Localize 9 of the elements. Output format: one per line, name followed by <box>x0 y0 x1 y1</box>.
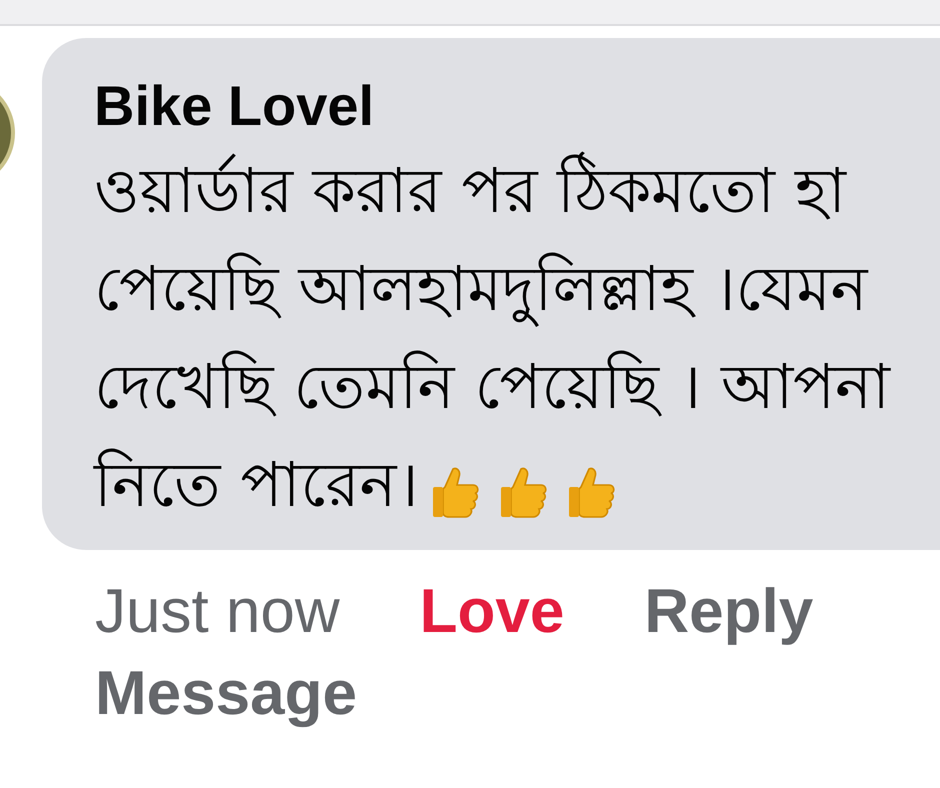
comment-text: দেখেছি তেমনি পেয়েছি । আপনা <box>94 349 890 425</box>
comment-text: ওয়ার্ডার করার পর ঠিকমতো হা <box>94 144 846 242</box>
comment-text: নিতে পারেন। <box>94 447 419 523</box>
timestamp: Just now <box>95 576 340 648</box>
author-name[interactable]: Bike Lovel <box>94 68 940 144</box>
comment-text: পেয়েছি আলহামদুলিল্লাহ ।যেমন <box>94 251 868 329</box>
action-link[interactable]: Message <box>95 658 357 730</box>
action-link[interactable]: Reply <box>644 576 814 648</box>
love-reaction-button[interactable]: Love <box>420 576 564 648</box>
